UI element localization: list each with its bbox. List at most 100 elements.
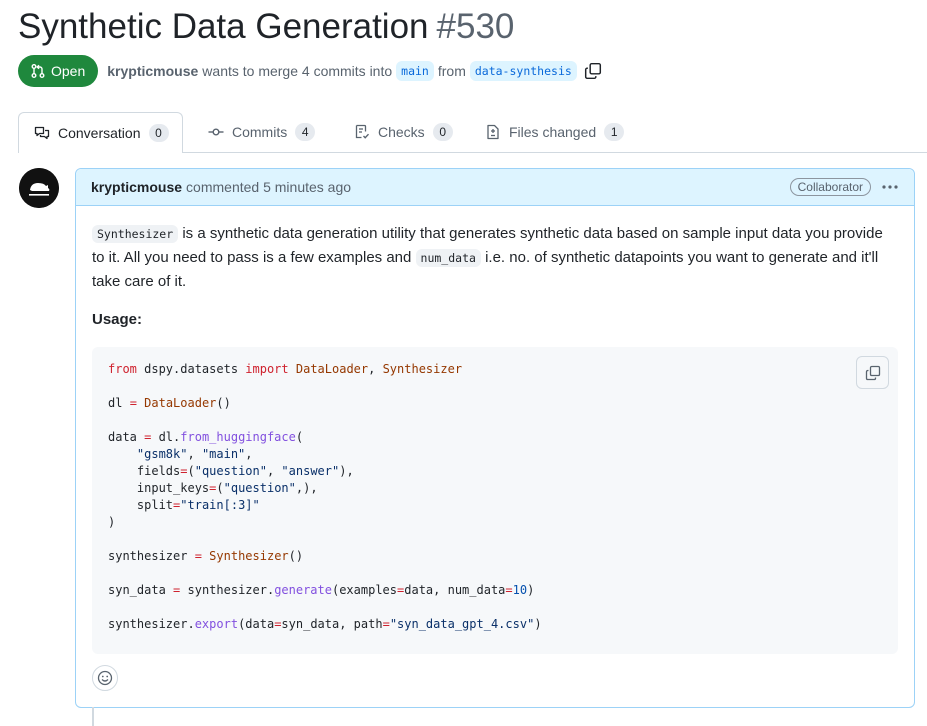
code-token: "train[:3]" xyxy=(180,498,260,512)
code-token: dl. xyxy=(151,430,181,444)
pr-number: #530 xyxy=(436,7,515,46)
tab-conversation[interactable]: Conversation 0 xyxy=(18,112,183,153)
pr-meta: Open krypticmouse wants to merge 4 commi… xyxy=(18,55,602,87)
code-token: = xyxy=(129,396,137,410)
code-token: ( xyxy=(187,464,195,478)
code-token: dspy.datasets xyxy=(136,362,246,376)
code-token: , xyxy=(368,362,383,376)
code-block: from dspy.datasets import DataLoader, Sy… xyxy=(92,347,898,654)
add-reaction-button[interactable] xyxy=(92,665,118,691)
code-token: syn_data xyxy=(108,583,174,597)
code-token: ( xyxy=(295,430,304,444)
code-token: = xyxy=(505,583,513,597)
checklist-icon xyxy=(355,124,370,139)
code-token: input_keys xyxy=(108,481,210,495)
role-badge: Collaborator xyxy=(789,178,871,196)
mouse-logo-icon xyxy=(19,168,59,208)
tab-checks[interactable]: Checks 0 xyxy=(354,112,453,152)
code-token: DataLoader xyxy=(295,362,369,376)
code-line: data = dl.from_huggingface( xyxy=(108,429,882,446)
tab-commits-count: 4 xyxy=(295,123,316,141)
from-text: from xyxy=(437,63,466,79)
comment-card: krypticmouse commented 5 minutes ago Col… xyxy=(75,168,915,708)
pull-request-icon xyxy=(31,64,45,78)
comment-timestamp: commented 5 minutes ago xyxy=(186,179,352,195)
comment-author-link[interactable]: krypticmouse xyxy=(91,179,182,195)
code-token: synthesizer. xyxy=(108,617,195,631)
comment-paragraph: Synthesizer is a synthetic data generati… xyxy=(92,222,892,293)
code-token: "answer" xyxy=(281,464,340,478)
tab-commits-label: Commits xyxy=(232,124,288,140)
kebab-horizontal-icon xyxy=(882,185,898,189)
code-token: dl xyxy=(108,396,130,410)
code-token: () xyxy=(288,549,304,563)
tab-checks-count: 0 xyxy=(432,123,453,141)
code-token: "question" xyxy=(223,481,296,495)
copy-icon xyxy=(865,365,880,380)
code-token: ) xyxy=(534,617,542,631)
code-line: split="train[:3]" xyxy=(108,497,882,514)
base-branch-link[interactable]: main xyxy=(396,61,434,81)
code-token: from xyxy=(108,362,137,376)
code-token: , xyxy=(187,447,202,461)
code-token: , xyxy=(266,464,282,478)
code-token: split xyxy=(108,498,174,512)
code-line: syn_data = synthesizer.generate(examples… xyxy=(108,582,882,599)
comment-options-button[interactable] xyxy=(881,179,899,195)
state-label: Open xyxy=(51,63,86,79)
merge-text: wants to merge 4 commits into xyxy=(202,63,393,79)
code-token: "question" xyxy=(194,464,267,478)
code-token: ), xyxy=(339,464,354,478)
code-token: , xyxy=(245,447,253,461)
code-token: ) xyxy=(527,583,535,597)
comment-header: krypticmouse commented 5 minutes ago Col… xyxy=(76,169,914,206)
tab-conversation-label: Conversation xyxy=(58,125,141,141)
code-token: synthesizer xyxy=(108,549,195,563)
code-line: synthesizer.export(data=syn_data, path="… xyxy=(108,616,882,633)
avatar[interactable] xyxy=(19,168,59,208)
code-token: data, num_data xyxy=(404,583,506,597)
tab-files-changed-count: 1 xyxy=(604,123,625,141)
comment-body: Synthesizer is a synthetic data generati… xyxy=(76,206,914,654)
inline-code: Synthesizer xyxy=(92,225,179,243)
code-token: generate xyxy=(274,583,332,597)
code-token: DataLoader xyxy=(144,396,217,410)
pr-author-link[interactable]: krypticmouse xyxy=(107,63,198,79)
code-line: input_keys=("question",), xyxy=(108,480,882,497)
tab-files-changed[interactable]: Files changed 1 xyxy=(485,112,625,152)
conversation-icon xyxy=(34,126,50,140)
code-token: () xyxy=(216,396,231,410)
code-token: synthesizer. xyxy=(180,583,275,597)
usage-heading: Usage: xyxy=(92,311,143,328)
inline-code: num_data xyxy=(415,249,481,267)
code-line: dl = DataLoader() xyxy=(108,395,882,412)
code-line: ) xyxy=(108,514,882,531)
pr-tabs: Conversation 0 Commits 4 Checks 0 Files … xyxy=(18,112,927,153)
tab-checks-label: Checks xyxy=(378,124,425,140)
head-branch-link[interactable]: data-synthesis xyxy=(469,61,577,81)
code-token: "syn_data_gpt_4.csv" xyxy=(389,617,535,631)
copy-code-button[interactable] xyxy=(856,356,889,389)
code-token: 10 xyxy=(512,583,528,597)
file-diff-icon xyxy=(487,124,499,140)
smiley-icon xyxy=(97,670,113,686)
copy-branch-button[interactable] xyxy=(584,62,602,80)
code-token: (data xyxy=(238,617,275,631)
code-token: ) xyxy=(108,515,116,529)
code-token: = xyxy=(382,617,390,631)
code-token: from_huggingface xyxy=(180,430,296,444)
state-badge: Open xyxy=(18,55,99,87)
copy-icon xyxy=(584,62,601,80)
code-token: export xyxy=(194,617,239,631)
code-line: fields=("question", "answer"), xyxy=(108,463,882,480)
code-line: synthesizer = Synthesizer() xyxy=(108,548,882,565)
code-token: "gsm8k" xyxy=(136,447,188,461)
tab-commits[interactable]: Commits 4 xyxy=(208,112,316,152)
timeline-line xyxy=(92,707,94,726)
